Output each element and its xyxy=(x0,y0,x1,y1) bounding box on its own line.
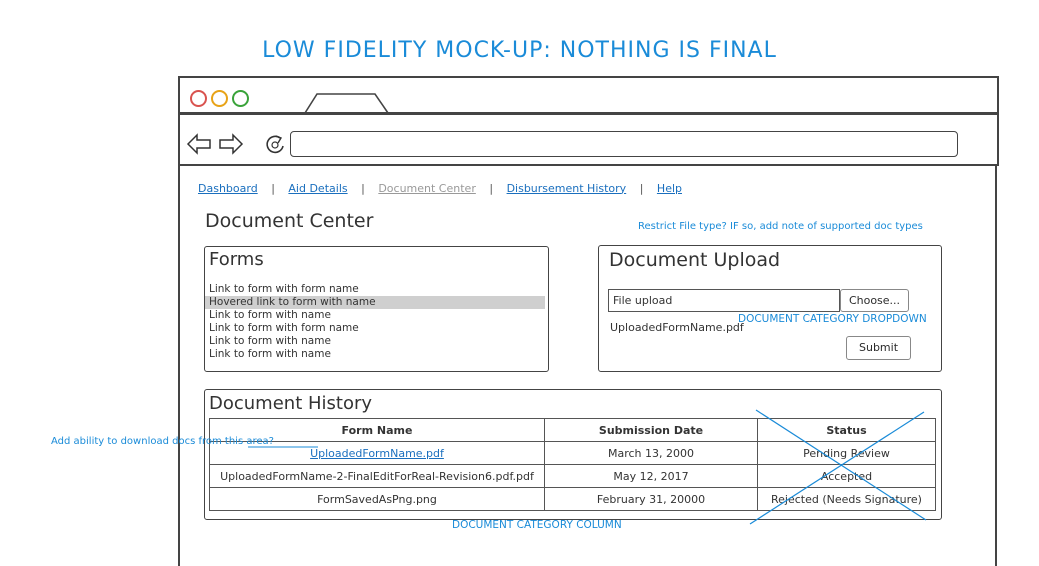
row-submission-date: February 31, 20000 xyxy=(544,487,758,511)
form-link-hovered[interactable]: Hovered link to form with name xyxy=(205,296,545,309)
annotation-pointer-line xyxy=(248,446,318,448)
status-column-strike-icon xyxy=(749,409,927,525)
page-title: Document Center xyxy=(205,210,374,232)
form-link[interactable]: Link to form with form name xyxy=(205,322,545,335)
upload-panel-title: Document Upload xyxy=(609,249,781,271)
download-file-link[interactable]: UploadedFormName.pdf xyxy=(310,447,444,460)
uploaded-file-name: UploadedFormName.pdf xyxy=(610,321,744,334)
history-panel-title: Document History xyxy=(209,393,373,414)
nav-aid-details[interactable]: Aid Details xyxy=(288,182,347,195)
nav-separator: | xyxy=(489,181,494,195)
nav-document-center: Document Center xyxy=(378,181,476,195)
nav-separator: | xyxy=(639,181,644,195)
annotation-category-column: DOCUMENT CATEGORY COLUMN xyxy=(452,519,622,531)
form-link[interactable]: Link to form with name xyxy=(205,348,545,361)
annotation-download-docs: Add ability to download docs from this a… xyxy=(51,436,274,447)
forward-arrow-icon[interactable] xyxy=(218,133,244,155)
column-header-submission-date: Submission Date xyxy=(544,418,758,442)
form-link[interactable]: Link to form with form name xyxy=(205,283,545,296)
back-arrow-icon[interactable] xyxy=(186,133,212,155)
nav-dashboard[interactable]: Dashboard xyxy=(198,182,258,195)
mockup-title: LOW FIDELITY MOCK-UP: NOTHING IS FINAL xyxy=(262,38,777,63)
annotation-restrict-file-type: Restrict File type? IF so, add note of s… xyxy=(638,221,923,232)
maximize-window-icon[interactable] xyxy=(232,90,249,107)
row-submission-date: May 12, 2017 xyxy=(544,464,758,488)
form-link[interactable]: Link to form with name xyxy=(205,309,545,322)
nav-help[interactable]: Help xyxy=(657,182,682,195)
forms-panel-title: Forms xyxy=(209,249,264,270)
row-submission-date: March 13, 2000 xyxy=(544,441,758,465)
browser-tab[interactable] xyxy=(300,92,395,114)
choose-file-button[interactable]: Choose... xyxy=(840,289,909,312)
form-link[interactable]: Link to form with name xyxy=(205,335,545,348)
submit-button[interactable]: Submit xyxy=(846,336,911,360)
site-nav: Dashboard | Aid Details | Document Cente… xyxy=(198,181,682,195)
annotation-category-dropdown: DOCUMENT CATEGORY DROPDOWN xyxy=(738,313,927,325)
row-form-name: UploadedFormName-2-FinalEditForReal-Revi… xyxy=(209,464,545,488)
reload-icon[interactable] xyxy=(262,132,288,156)
close-window-icon[interactable] xyxy=(190,90,207,107)
nav-disbursement-history[interactable]: Disbursement History xyxy=(507,182,627,195)
forms-panel: Forms Link to form with form name Hovere… xyxy=(204,246,549,372)
nav-separator: | xyxy=(361,181,365,195)
row-form-name: FormSavedAsPng.png xyxy=(209,487,545,511)
file-upload-input[interactable]: File upload xyxy=(608,289,840,312)
nav-separator: | xyxy=(271,181,275,195)
minimize-window-icon[interactable] xyxy=(211,90,228,107)
document-upload-panel: Document Upload File upload Choose... Up… xyxy=(598,245,942,372)
address-bar[interactable] xyxy=(290,131,958,157)
forms-link-list: Link to form with form name Hovered link… xyxy=(205,283,545,361)
